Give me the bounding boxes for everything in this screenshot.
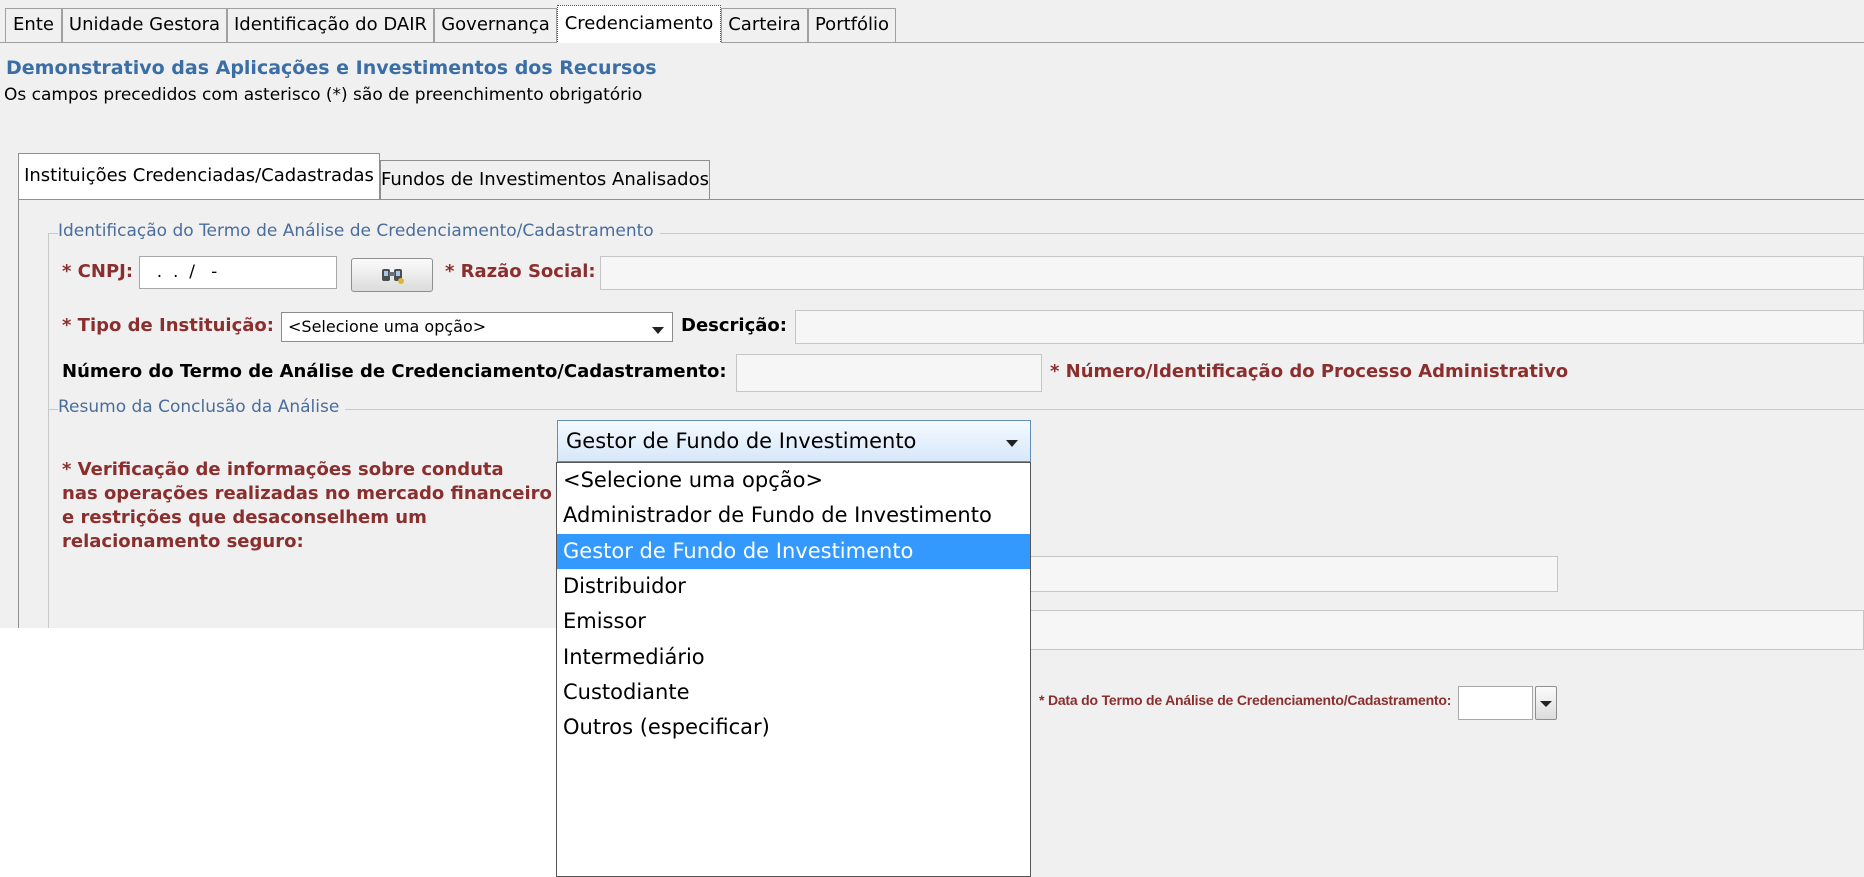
tipo-instituicao-label: * Tipo de Instituição:	[62, 315, 274, 336]
fieldset-legend-identificacao: Identificação do Termo de Análise de Cre…	[58, 221, 660, 241]
tab-fundos-investimentos[interactable]: Fundos de Investimentos Analisados	[380, 160, 710, 199]
page-title: Demonstrativo das Aplicações e Investime…	[6, 57, 657, 79]
option-gestor[interactable]: Gestor de Fundo de Investimento	[557, 534, 1030, 569]
tipo-instituicao-select[interactable]: <Selecione uma opção>	[281, 312, 673, 342]
tab-unidade-gestora[interactable]: Unidade Gestora	[62, 8, 227, 42]
descricao-label: Descrição:	[681, 315, 787, 336]
fieldset-border-left	[48, 233, 49, 633]
tab-portfolio[interactable]: Portfólio	[808, 8, 896, 42]
descricao-input[interactable]	[795, 310, 1864, 344]
chevron-down-icon	[1006, 440, 1018, 447]
data-termo-label: * Data do Termo de Análise de Credenciam…	[1039, 692, 1452, 708]
dropdown-selected-value: Gestor de Fundo de Investimento	[566, 429, 917, 453]
chevron-down-icon	[652, 327, 664, 334]
date-picker-button[interactable]	[1535, 686, 1557, 720]
tab-carteira[interactable]: Carteira	[721, 8, 808, 42]
verificacao-label-line2: nas operações realizadas no mercado fina…	[62, 483, 552, 504]
required-fields-note: Os campos precedidos com asterisco (*) s…	[4, 85, 643, 105]
data-termo-input[interactable]	[1458, 686, 1533, 720]
fieldset-legend-resumo: Resumo da Conclusão da Análise	[58, 397, 346, 417]
option-administrador[interactable]: Administrador de Fundo de Investimento	[557, 498, 1030, 533]
numero-termo-label: Número do Termo de Análise de Credenciam…	[62, 361, 727, 382]
tab-governanca[interactable]: Governança	[434, 8, 557, 42]
option-custodiante[interactable]: Custodiante	[557, 675, 1030, 710]
resumo-input-1[interactable]	[1030, 556, 1558, 592]
option-intermediario[interactable]: Intermediário	[557, 640, 1030, 675]
cnpj-label: * CNPJ:	[62, 261, 134, 282]
razao-social-label: * Razão Social:	[445, 261, 596, 282]
search-cnpj-button[interactable]	[351, 258, 433, 292]
numero-processo-label: * Número/Identificação do Processo Admin…	[1050, 361, 1569, 382]
option-outros[interactable]: Outros (especificar)	[557, 710, 1030, 745]
verificacao-label-line1: * Verificação de informações sobre condu…	[62, 459, 504, 480]
tipo-instituicao-value: <Selecione uma opção>	[288, 317, 487, 336]
cnpj-input[interactable]: . . / -	[139, 256, 337, 289]
verificacao-label-line3: e restrições que desaconselhem um	[62, 507, 427, 528]
razao-social-input[interactable]	[600, 256, 1864, 290]
top-tab-bar: Ente Unidade Gestora Identificação do DA…	[0, 0, 1864, 44]
blank-area	[0, 628, 556, 877]
option-distribuidor[interactable]: Distribuidor	[557, 569, 1030, 604]
option-selecione[interactable]: <Selecione uma opção>	[557, 463, 1030, 498]
numero-termo-input[interactable]	[736, 354, 1042, 392]
tab-ente[interactable]: Ente	[5, 8, 62, 42]
tab-identificacao-dair[interactable]: Identificação do DAIR	[227, 8, 434, 42]
chevron-down-icon	[1540, 701, 1552, 707]
option-emissor[interactable]: Emissor	[557, 604, 1030, 639]
resumo-input-2[interactable]	[1030, 610, 1864, 650]
search-binoculars-icon	[380, 265, 406, 285]
dropdown-options-list: <Selecione uma opção> Administrador de F…	[556, 462, 1031, 877]
tab-credenciamento[interactable]: Credenciamento	[557, 5, 721, 44]
verificacao-label-line4: relacionamento seguro:	[62, 531, 304, 552]
tab-instituicoes-credenciadas[interactable]: Instituições Credenciadas/Cadastradas	[18, 153, 380, 200]
tipo-instituicao-dropdown[interactable]: Gestor de Fundo de Investimento	[557, 420, 1031, 462]
